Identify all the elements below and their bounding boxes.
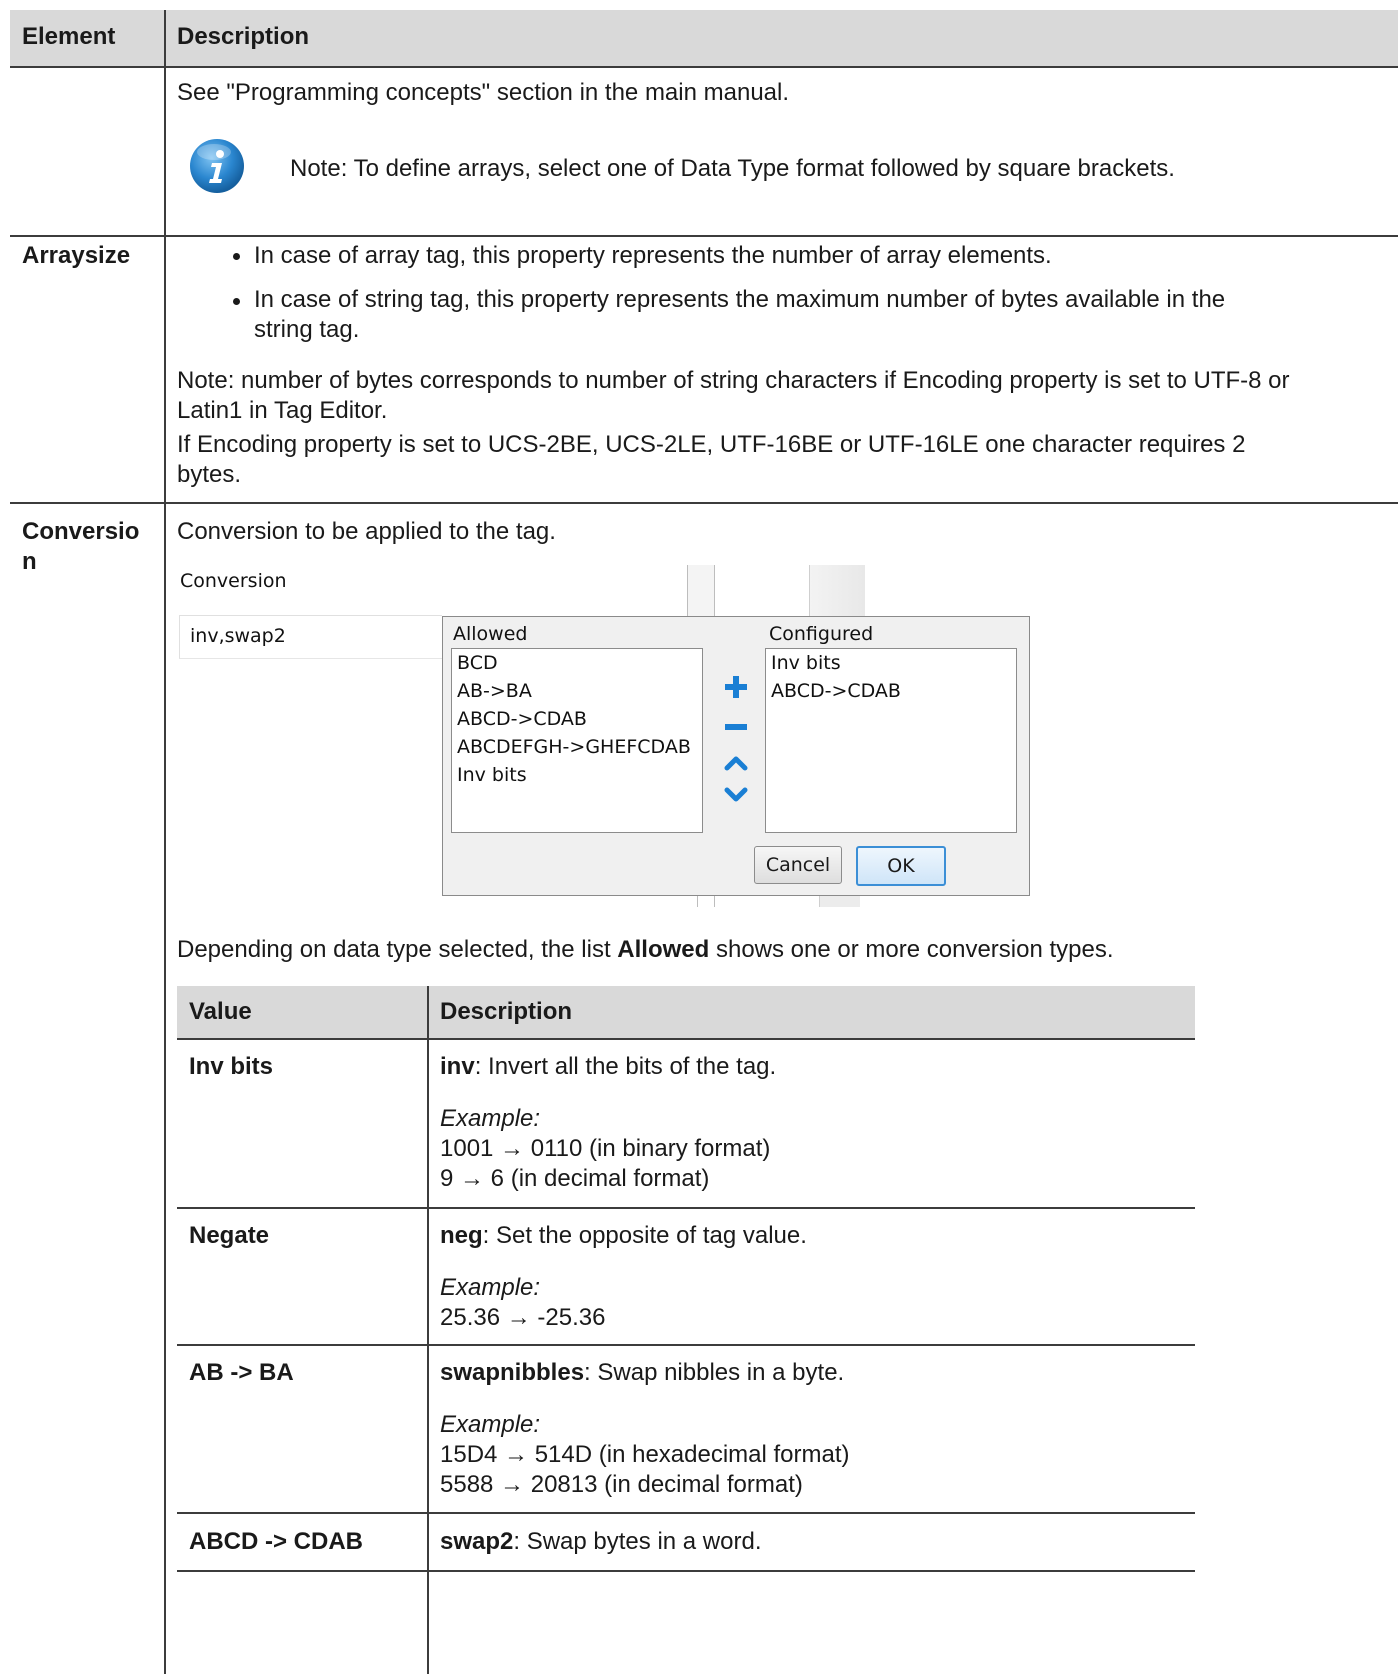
conversion-screenshot: Conversion inv,swap2 Allowed Configured … bbox=[177, 563, 1030, 908]
subtable-header-value: Value bbox=[189, 998, 252, 1025]
header-description: Description bbox=[177, 23, 310, 50]
bullet-dot bbox=[233, 253, 240, 260]
element-conversion-line-1: Conversio bbox=[22, 518, 140, 545]
example-line: 15D4 → 514D (in hexadecimal format) bbox=[440, 1441, 850, 1468]
subtable-header-description: Description bbox=[440, 998, 573, 1025]
configured-label: Configured bbox=[769, 623, 874, 645]
arraysize-note-2: If Encoding property is set to UCS-2BE, … bbox=[177, 431, 1246, 488]
arraysize-bullet-2: In case of string tag, this property rep… bbox=[254, 286, 1226, 343]
desc-inv: inv: Invert all the bits of the tag. bbox=[440, 1053, 777, 1080]
add-icon[interactable] bbox=[724, 675, 748, 699]
example-label: Example: bbox=[440, 1411, 541, 1438]
example-label: Example: bbox=[440, 1274, 541, 1301]
row-rule-2 bbox=[10, 502, 1398, 504]
subtable-row-rule bbox=[177, 1570, 1195, 1572]
example-line: 1001 → 0110 (in binary format) bbox=[440, 1135, 771, 1162]
desc-neg: neg: Set the opposite of tag value. bbox=[440, 1222, 807, 1249]
element-arraysize: Arraysize bbox=[22, 242, 131, 269]
move-up-icon[interactable] bbox=[724, 751, 748, 775]
example-label: Example: bbox=[440, 1105, 541, 1132]
info-icon bbox=[188, 137, 246, 195]
configured-item[interactable]: Inv bits bbox=[766, 649, 1016, 677]
conversion-field-value: inv,swap2 bbox=[190, 625, 286, 647]
example-line: 9 → 6 (in decimal format) bbox=[440, 1165, 710, 1192]
allowed-list[interactable]: BCD AB->BA ABCD->CDAB ABCDEFGH->GHEFCDAB… bbox=[451, 648, 703, 833]
conversion-intro: Conversion to be applied to the tag. bbox=[177, 518, 556, 545]
configured-item[interactable]: ABCD->CDAB bbox=[766, 677, 1016, 705]
desc-swapnibbles: swapnibbles: Swap nibbles in a byte. bbox=[440, 1359, 845, 1386]
value-ab-ba: AB -> BA bbox=[189, 1359, 294, 1386]
allowed-item[interactable]: ABCD->CDAB bbox=[452, 705, 702, 733]
subtable-header bbox=[177, 986, 1195, 1038]
remove-icon[interactable] bbox=[724, 715, 748, 739]
subtable-row-rule bbox=[177, 1344, 1195, 1346]
background-divider bbox=[809, 565, 865, 617]
conversion-field-label: Conversion bbox=[180, 570, 287, 592]
allowed-item[interactable]: ABCDEFGH->GHEFCDAB bbox=[452, 733, 702, 761]
programming-concepts-text: See "Programming concepts" section in th… bbox=[177, 79, 790, 106]
conversion-dialog: Allowed Configured BCD AB->BA ABCD->CDAB… bbox=[442, 616, 1030, 896]
subtable-row-rule bbox=[177, 1207, 1195, 1209]
row-rule-1 bbox=[10, 235, 1398, 237]
background-divider bbox=[687, 565, 715, 617]
configured-list[interactable]: Inv bits ABCD->CDAB bbox=[765, 648, 1017, 833]
ok-button[interactable]: OK bbox=[856, 846, 946, 886]
bullet-dot bbox=[233, 298, 240, 305]
example-line: 5588 → 20813 (in decimal format) bbox=[440, 1471, 803, 1498]
value-abcd-cdab: ABCD -> CDAB bbox=[189, 1528, 363, 1555]
array-note: Note: To define arrays, select one of Da… bbox=[290, 155, 1175, 182]
allowed-item[interactable]: Inv bits bbox=[452, 761, 702, 789]
value-negate: Negate bbox=[189, 1222, 270, 1249]
allowed-item[interactable]: BCD bbox=[452, 649, 702, 677]
allowed-item[interactable]: AB->BA bbox=[452, 677, 702, 705]
desc-swap2: swap2: Swap bytes in a word. bbox=[440, 1528, 762, 1555]
allowed-label: Allowed bbox=[453, 623, 528, 645]
column-divider bbox=[164, 10, 166, 1674]
subtable-header-rule bbox=[177, 1038, 1195, 1040]
example-line: 25.36 → -25.36 bbox=[440, 1304, 606, 1331]
header-bottom-rule bbox=[10, 66, 1398, 68]
conversion-field[interactable]: inv,swap2 bbox=[179, 615, 442, 659]
arraysize-bullet-1: In case of array tag, this property repr… bbox=[254, 242, 1052, 269]
element-conversion-line-2: n bbox=[22, 548, 37, 575]
conversion-after-text: Depending on data type selected, the lis… bbox=[177, 936, 1114, 963]
header-element: Element bbox=[22, 23, 116, 50]
subtable-row-rule bbox=[177, 1512, 1195, 1514]
arraysize-note-1: Note: number of bytes corresponds to num… bbox=[177, 367, 1290, 424]
move-down-icon[interactable] bbox=[724, 783, 748, 807]
cancel-button[interactable]: Cancel bbox=[754, 846, 842, 884]
value-inv-bits: Inv bits bbox=[189, 1053, 274, 1080]
